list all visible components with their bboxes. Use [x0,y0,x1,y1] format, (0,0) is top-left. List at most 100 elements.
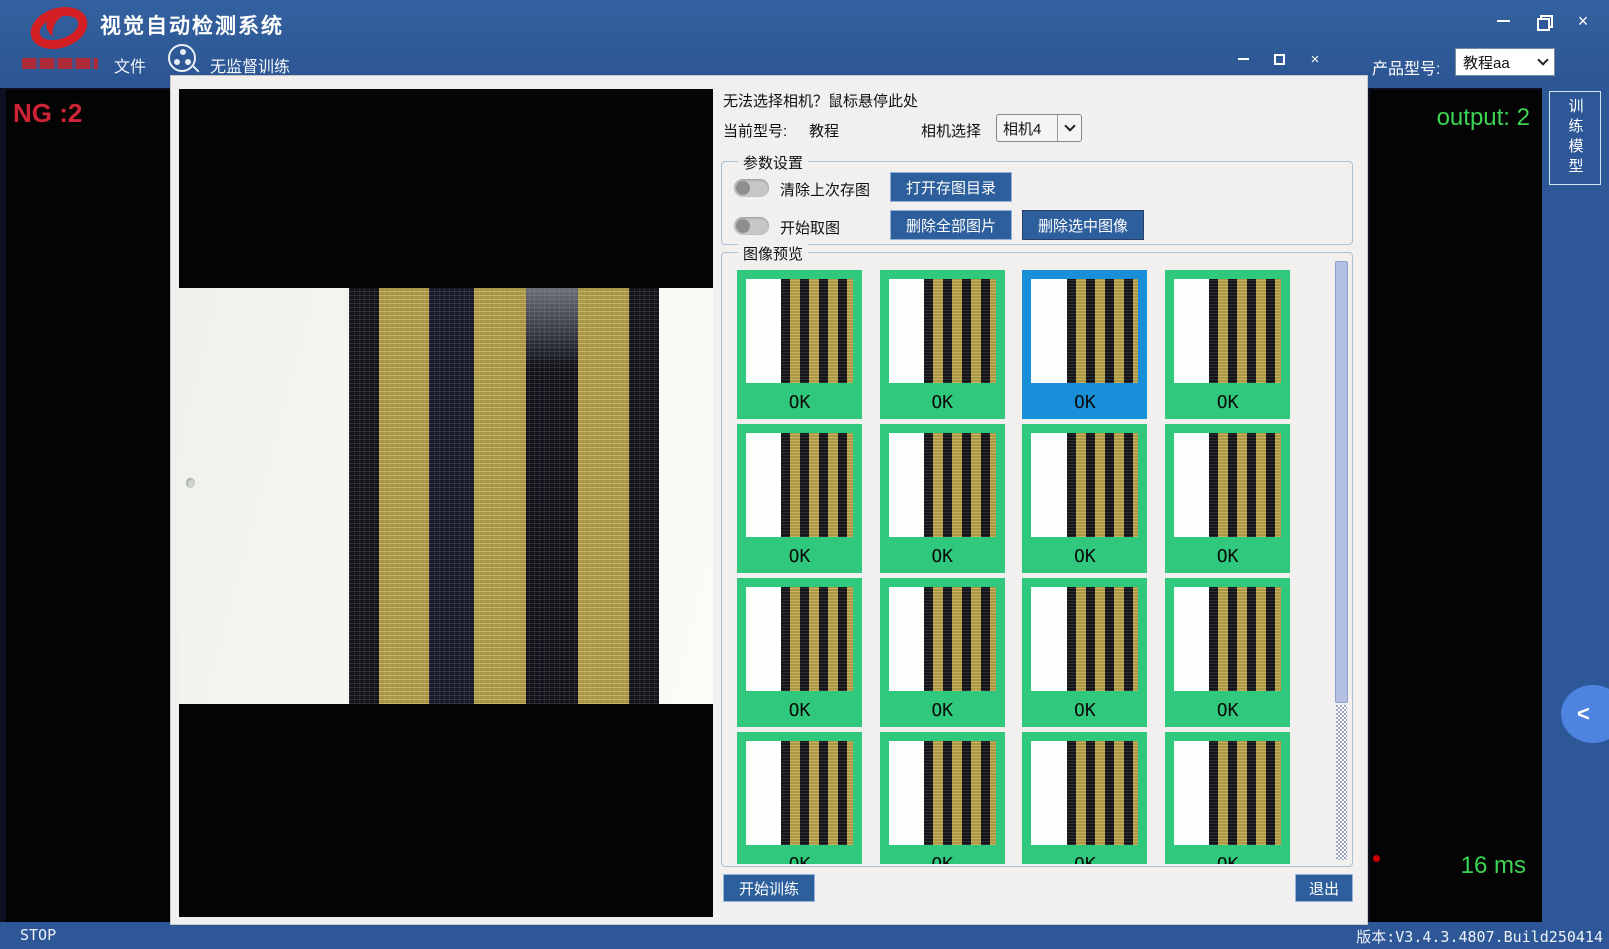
thumbnail-cell[interactable]: OK [1165,732,1290,864]
thumbnail-cell[interactable]: OK [737,732,862,864]
thumbnail-result-label: OK [737,546,862,567]
fabric-stripes [349,288,659,704]
thumbnail-cell[interactable]: OK [737,270,862,419]
thumbnail-image [1174,587,1281,691]
thumbnail-image [1031,587,1138,691]
delete-all-images-button[interactable]: 删除全部图片 [890,210,1012,240]
thumbnail-cell[interactable]: OK [1022,732,1147,864]
thumbnail-result-label: OK [880,700,1005,721]
company-logo-icon [16,6,104,76]
thumbnail-cell[interactable]: OK [880,424,1005,573]
param-settings-title: 参数设置 [738,152,808,173]
thumbnail-image [746,279,853,383]
thumbnail-image [889,741,996,845]
current-model-value: 教程 [809,120,839,141]
thumbnail-cell[interactable]: OK [1022,424,1147,573]
window-restore-button[interactable] [1528,8,1558,34]
thumbnail-result-label: OK [1165,854,1290,864]
product-model-value: 教程aa [1456,52,1532,73]
elapsed-time-text: 16 ms [1461,852,1526,880]
thumbnail-result-label: OK [880,546,1005,567]
thumbnail-result-label: OK [1022,392,1147,413]
thumbnail-image [1031,741,1138,845]
preview-scrollbar[interactable] [1335,261,1348,860]
chevron-down-icon [1532,49,1554,75]
thumbnail-result-label: OK [737,700,862,721]
start-capture-toggle[interactable] [734,217,769,235]
camera-select[interactable]: 相机4 [996,114,1082,142]
right-toolbar: 训练模型 < [1542,85,1609,922]
open-save-dir-button[interactable]: 打开存图目录 [890,172,1012,202]
thumbnail-result-label: OK [737,854,862,864]
thumbnail-cell[interactable]: OK [737,578,862,727]
product-model-label: 产品型号: [1372,55,1440,79]
thumbnail-cell[interactable]: OK [1022,578,1147,727]
chevron-down-icon [1057,115,1081,141]
thumbnail-result-label: OK [1165,700,1290,721]
train-model-button[interactable]: 训练模型 [1549,91,1601,185]
camera-live-view [179,89,713,917]
camera-select-label: 相机选择 [921,120,981,141]
thumbnail-cell[interactable]: OK [880,270,1005,419]
thumbnail-cell[interactable]: OK [1022,270,1147,419]
thumbnail-cell[interactable]: OK [1165,424,1290,573]
delete-selected-image-button[interactable]: 删除选中图像 [1022,210,1144,240]
status-run-state: STOP [20,926,56,944]
thumbnail-image [746,741,853,845]
app-title: 视觉自动检测系统 [100,10,284,40]
current-model-label: 当前型号: [723,120,787,141]
clear-last-save-label: 清除上次存图 [780,179,870,200]
ng-count-text: NG :2 [13,98,82,129]
chevron-left-icon: < [1577,701,1590,727]
param-settings-group: 参数设置 清除上次存图 打开存图目录 开始取图 删除全部图片 删除选中图像 [721,161,1353,245]
status-bar: STOP 版本:V3.4.3.4807.Build250414 [0,922,1609,949]
window-close-button[interactable]: × [1568,8,1598,34]
thumbnail-cell[interactable]: OK [1165,578,1290,727]
thumbnail-result-label: OK [1165,392,1290,413]
thumbnail-image [1174,433,1281,537]
image-preview-group: 图像预览 OK OK OK OK OK OK OK OK OK OK OK OK [721,252,1353,867]
left-camera-panel: NG :2 [6,90,170,922]
clear-last-save-toggle[interactable] [734,179,769,197]
thumbnail-clip: OK OK OK OK OK OK OK OK OK OK OK OK OK O… [724,255,1330,864]
window-minimize-button[interactable] [1488,8,1518,34]
thumbnail-image [1031,433,1138,537]
scrollbar-track[interactable] [1336,705,1347,860]
collapse-panel-button[interactable]: < [1561,685,1609,743]
thumbnail-result-label: OK [880,392,1005,413]
thumbnail-cell[interactable]: OK [737,424,862,573]
product-model-select[interactable]: 教程aa [1455,48,1555,76]
thumbnail-cell[interactable]: OK [880,732,1005,864]
thumbnail-result-label: OK [737,392,862,413]
thumbnail-result-label: OK [880,854,1005,864]
thumbnail-image [889,587,996,691]
thumbnail-image [746,433,853,537]
status-version: 版本:V3.4.3.4807.Build250414 [1356,926,1603,947]
fabric-photo [179,288,713,704]
thumbnail-result-label: OK [1022,854,1147,864]
scrollbar-thumb[interactable] [1335,261,1348,703]
dialog-close-button[interactable]: × [1302,48,1328,70]
menu-unsupervised-training[interactable]: 无监督训练 [210,53,290,77]
output-count-text: output: 2 [1437,104,1530,132]
unsupervised-training-icon [168,44,202,78]
thumbnail-result-label: OK [1022,700,1147,721]
thumbnail-cell[interactable]: OK [880,578,1005,727]
thumbnail-image [1031,279,1138,383]
menu-file[interactable]: 文件 [114,53,146,77]
dialog-minimize-button[interactable] [1230,48,1256,70]
thumbnail-cell[interactable]: OK [1165,270,1290,419]
thumbnail-image [746,587,853,691]
photo-artifact-dot [186,478,195,488]
exit-button[interactable]: 退出 [1295,874,1353,902]
thumbnail-grid: OK OK OK OK OK OK OK OK OK OK OK OK OK O… [724,255,1330,864]
camera-hint-text: 无法选择相机？鼠标悬停此处 [723,90,918,111]
dialog-maximize-button[interactable] [1266,48,1292,70]
camera-select-value: 相机4 [997,118,1057,139]
unsupervised-training-dialog: 无法选择相机？鼠标悬停此处 当前型号: 教程 相机选择 相机4 参数设置 清除上… [170,75,1368,925]
thumbnail-result-label: OK [1022,546,1147,567]
thumbnail-image [1174,279,1281,383]
thumbnail-image [889,433,996,537]
red-indicator-dot [1373,855,1380,862]
start-training-button[interactable]: 开始训练 [723,874,815,902]
